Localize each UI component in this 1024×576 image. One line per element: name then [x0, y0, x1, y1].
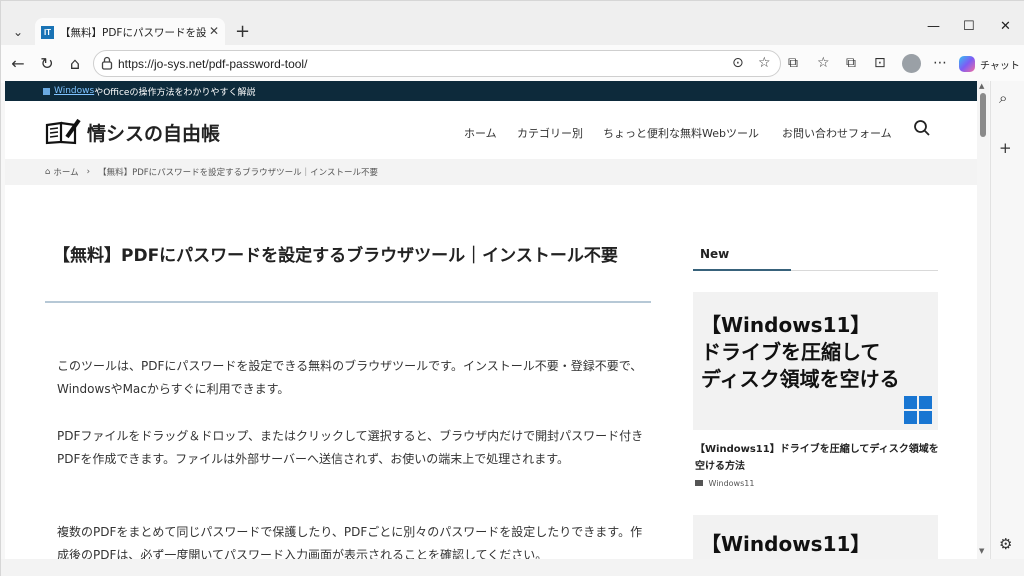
url-text[interactable]: https://jo-sys.net/pdf-password-tool/ — [118, 57, 307, 71]
title-divider — [45, 301, 651, 303]
close-window-button[interactable]: ✕ — [1000, 19, 1011, 34]
profile-avatar[interactable] — [902, 54, 921, 73]
page-scrollbar[interactable]: ▲ ▼ — [977, 81, 989, 559]
notebook-pen-icon[interactable] — [45, 117, 81, 145]
scroll-thumb[interactable] — [980, 93, 986, 137]
nav-web-tools[interactable]: ちょっと便利な無料Webツール — [603, 125, 759, 141]
post-category[interactable]: Windows11 — [695, 479, 754, 488]
thumbnail-text: 【Windows11】 — [701, 531, 870, 558]
home-button[interactable]: ⌂ — [65, 54, 85, 73]
chevron-down-icon: ⌄ — [12, 25, 24, 39]
browser-window: ⌄ IT 【無料】PDFにパスワードを設定するブラ ✕ + — ☐ ✕ ← ↻ … — [0, 0, 1024, 576]
web-content: Windows やOfficeの操作方法をわかりやすく解説 情シスの自由帳 ホー… — [5, 81, 977, 559]
screenshot-icon[interactable]: ⊡ — [874, 55, 886, 71]
back-button[interactable]: ← — [8, 54, 28, 73]
article-paragraph: 複数のPDFをまとめて同じパスワードで保護したり、PDFごとに別々のパスワードを… — [57, 525, 643, 559]
copilot-button[interactable]: チャット — [959, 53, 1020, 75]
thumbnail-text: 【Windows11】 ドライブを圧縮して ディスク領域を空ける — [701, 312, 900, 393]
nav-home[interactable]: ホーム — [464, 125, 497, 141]
site-favicon-icon: IT — [41, 25, 54, 39]
search-icon[interactable] — [913, 119, 931, 137]
square-icon — [43, 87, 50, 95]
collections-icon[interactable]: ⧉ — [846, 55, 856, 71]
address-bar[interactable]: https://jo-sys.net/pdf-password-tool/ ⊙ … — [93, 50, 781, 77]
windows-logo-icon — [904, 396, 932, 424]
window-bottom-edge — [1, 559, 1024, 576]
thumbnail-line: ドライブを圧縮して — [701, 340, 881, 364]
post-category-label: Windows11 — [708, 479, 755, 488]
nav-contact[interactable]: お問い合わせフォーム — [782, 125, 892, 141]
breadcrumb-current: 【無料】PDFにパスワードを設定するブラウザツール｜インストール不要 — [98, 168, 378, 178]
breadcrumb-separator: › — [86, 167, 91, 177]
site-name[interactable]: 情シスの自由帳 — [87, 119, 220, 146]
breadcrumb: ⌂ ホーム › 【無料】PDFにパスワードを設定するブラウザツール｜インストール… — [5, 159, 977, 185]
favorites-icon[interactable]: ☆ — [817, 55, 830, 71]
sidebar-add-icon[interactable]: + — [999, 139, 1012, 157]
active-tab[interactable]: IT 【無料】PDFにパスワードを設定するブラ ✕ — [35, 18, 225, 46]
refresh-button[interactable]: ↻ — [37, 54, 57, 73]
copilot-label: チャット — [980, 60, 1020, 72]
breadcrumb-home[interactable]: ホーム — [53, 166, 78, 178]
nav-categories[interactable]: カテゴリー別 — [517, 125, 583, 141]
home-icon: ⌂ — [45, 167, 51, 177]
tab-list-button[interactable]: ⌄ — [7, 21, 29, 43]
site-header: 情シスの自由帳 ホーム カテゴリー別 ちょっと便利な無料Webツール お問い合わ… — [5, 101, 977, 159]
browser-sidebar: ⌕ + ⚙ — [990, 81, 1024, 559]
tab-strip: ⌄ IT 【無料】PDFにパスワードを設定するブラ ✕ + — ☐ ✕ — [1, 1, 1024, 46]
article-paragraph: このツールは、PDFにパスワードを設定できる無料のブラウザツールです。インストー… — [57, 359, 643, 396]
scroll-down-arrow-icon[interactable]: ▼ — [979, 547, 984, 555]
new-tab-button[interactable]: + — [235, 21, 250, 42]
scroll-up-arrow-icon[interactable]: ▲ — [979, 82, 984, 90]
favorite-star-icon[interactable]: ☆ — [758, 55, 771, 71]
tab-close-icon[interactable]: ✕ — [209, 24, 219, 38]
split-screen-icon[interactable]: ⧉ — [788, 55, 798, 71]
post-title[interactable]: 【Windows11】ドライブを圧縮してディスク領域を空ける方法 — [695, 441, 940, 475]
topbar-windows-link[interactable]: Windows — [54, 86, 94, 96]
sidebar-search-icon[interactable]: ⌕ — [999, 89, 1007, 107]
sidebar-divider-accent — [693, 269, 791, 271]
main-content: 【無料】PDFにパスワードを設定するブラウザツール｜インストール不要 このツール… — [5, 185, 977, 559]
lock-icon — [101, 56, 113, 70]
article-paragraph: PDFファイルをドラッグ＆ドロップ、またはクリックして選択すると、ブラウザ内だけ… — [57, 429, 644, 466]
thumbnail-line: ディスク領域を空ける — [701, 367, 900, 391]
post-thumbnail[interactable]: 【Windows11】 ドライブを圧縮して ディスク領域を空ける — [693, 292, 938, 430]
sidebar-settings-icon[interactable]: ⚙ — [999, 535, 1012, 553]
read-aloud-icon[interactable]: ⊙ — [732, 55, 744, 71]
post-thumbnail[interactable]: 【Windows11】 — [693, 515, 938, 559]
tab-title: 【無料】PDFにパスワードを設定するブラ — [60, 26, 206, 39]
maximize-button[interactable]: ☐ — [963, 19, 975, 34]
article-title: 【無料】PDFにパスワードを設定するブラウザツール｜インストール不要 — [53, 246, 618, 266]
topbar-text: やOfficeの操作方法をわかりやすく解説 — [94, 87, 256, 98]
folder-icon — [695, 480, 703, 486]
thumbnail-line: 【Windows11】 — [701, 532, 871, 556]
browser-toolbar: ← ↻ ⌂ https://jo-sys.net/pdf-password-to… — [1, 45, 1024, 83]
thumbnail-line: 【Windows11】 — [701, 313, 871, 337]
sidebar-heading: New — [700, 247, 730, 261]
copilot-icon — [959, 56, 975, 72]
more-menu-icon[interactable]: ⋯ — [933, 55, 947, 71]
site-top-bar: Windows やOfficeの操作方法をわかりやすく解説 — [5, 81, 977, 101]
minimize-button[interactable]: — — [927, 19, 940, 34]
